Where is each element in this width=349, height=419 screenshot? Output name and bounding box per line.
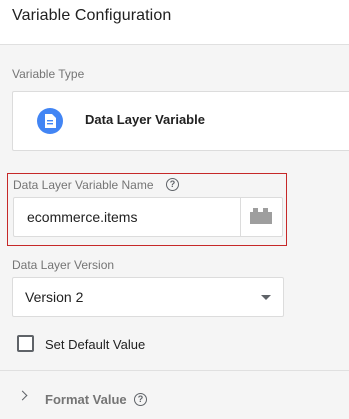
dlv-version-select[interactable]: Version 2 [12, 277, 284, 317]
help-icon[interactable]: ? [134, 393, 147, 406]
format-value-toggle[interactable]: Format Value [45, 392, 127, 407]
variable-type-card[interactable]: Data Layer Variable [12, 91, 349, 151]
help-icon[interactable]: ? [166, 178, 179, 191]
dlv-name-label: Data Layer Variable Name [13, 178, 154, 192]
dlv-version-label: Data Layer Version [12, 258, 115, 272]
dlv-name-input[interactable]: ecommerce.items [13, 197, 283, 237]
document-icon [37, 108, 63, 134]
default-value-label[interactable]: Set Default Value [45, 337, 145, 352]
dlv-name-value[interactable]: ecommerce.items [27, 209, 137, 225]
variable-lego-icon [250, 208, 272, 224]
page-title: Variable Configuration [12, 7, 172, 24]
insert-variable-button[interactable] [240, 198, 282, 236]
default-value-checkbox[interactable] [17, 335, 34, 352]
chevron-right-icon[interactable] [17, 390, 28, 401]
variable-configuration-panel: Variable Configuration Variable Type Dat… [0, 0, 349, 419]
variable-type-name: Data Layer Variable [85, 112, 205, 127]
panel-header: Variable Configuration [0, 0, 349, 45]
dropdown-arrow-icon [261, 295, 271, 300]
variable-type-label: Variable Type [12, 67, 85, 81]
divider [0, 370, 349, 371]
dlv-version-value: Version 2 [25, 289, 84, 305]
